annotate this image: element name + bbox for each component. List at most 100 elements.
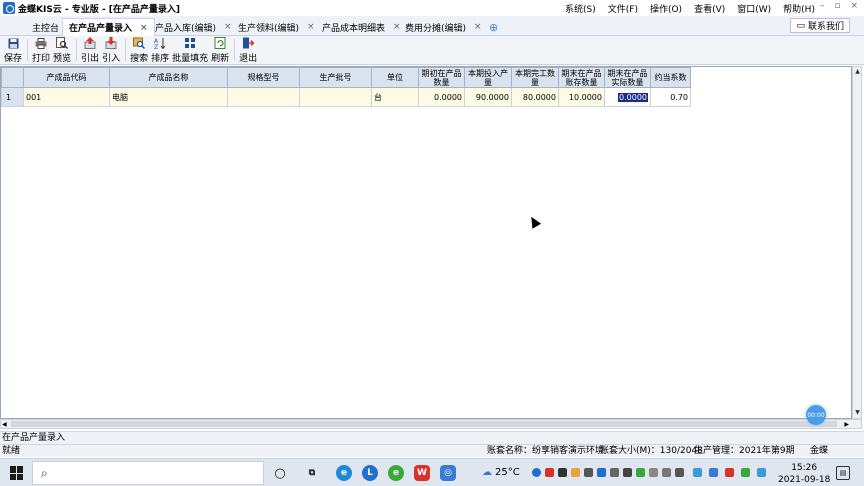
scroll-up-icon[interactable]: ▲ — [854, 68, 861, 76]
taskbar-search-box[interactable]: ⌕ — [32, 461, 264, 485]
minimize-icon[interactable]: – — [820, 1, 825, 11]
edge-browser-icon[interactable]: e — [336, 465, 352, 481]
scroll-left-icon[interactable]: ◀ — [2, 420, 7, 429]
tab-cost-detail[interactable]: 产品成本明细表 × — [316, 18, 407, 36]
col-header-actual-qty[interactable]: 期末在产品实际数量 — [604, 67, 651, 88]
vertical-scrollbar[interactable]: ▲ ▼ — [852, 66, 862, 419]
close-icon[interactable]: × — [850, 1, 858, 11]
tray-app-icon[interactable] — [584, 468, 593, 477]
scroll-down-icon[interactable]: ▼ — [854, 409, 861, 417]
bluetooth-icon[interactable] — [597, 468, 606, 477]
windows-start-icon[interactable] — [10, 466, 24, 480]
export-button[interactable]: 引出 — [81, 36, 99, 64]
cell-begin-qty[interactable]: 0.0000 — [418, 87, 465, 107]
cell-actual-qty-editor[interactable]: 0.0000 — [604, 87, 651, 107]
cell-factor[interactable]: 0.70 — [650, 87, 691, 107]
tray-app-icon[interactable] — [610, 468, 619, 477]
window-controls: – ▫ × — [820, 1, 858, 11]
actual-qty-selected-text[interactable]: 0.0000 — [618, 92, 648, 102]
menu-view[interactable]: 查看(V) — [694, 2, 725, 15]
refresh-icon — [214, 37, 226, 49]
tray-app-icon[interactable] — [571, 468, 580, 477]
cell-batch[interactable] — [299, 87, 372, 107]
menu-system[interactable]: 系统(S) — [565, 2, 596, 15]
horizontal-scrollbar[interactable]: ◀ ▶ — [0, 419, 862, 429]
wps-office-icon[interactable]: W — [414, 465, 430, 481]
tray-app-icon[interactable] — [725, 468, 734, 477]
batch-fill-icon — [184, 37, 196, 49]
horizontal-scroll-thumb[interactable] — [11, 421, 837, 427]
ie-browser-icon[interactable]: e — [388, 465, 404, 481]
network-icon[interactable] — [649, 468, 658, 477]
save-button[interactable]: 保存 — [4, 36, 22, 64]
new-tab-icon[interactable]: ⊕ — [483, 18, 504, 36]
search-button[interactable]: 搜索 — [130, 36, 148, 64]
tray-app-icon[interactable] — [709, 468, 718, 477]
col-header-finished-qty[interactable]: 本期完工数量 — [511, 67, 559, 88]
display-icon[interactable] — [662, 468, 671, 477]
cell-unit[interactable]: 台 — [371, 87, 419, 107]
weather-widget[interactable]: ☁ 25°C — [482, 467, 520, 478]
cell-spec[interactable] — [227, 87, 300, 107]
sort-button[interactable]: AZ 排序 — [151, 36, 169, 64]
toolbar-divider — [234, 39, 236, 61]
tray-app-icon[interactable] — [623, 468, 632, 477]
tab-close-icon[interactable]: × — [140, 23, 148, 33]
volume-icon[interactable] — [675, 468, 684, 477]
wechat-icon[interactable] — [636, 468, 645, 477]
col-header-factor[interactable]: 约当系数 — [650, 67, 691, 88]
notification-center-icon[interactable]: ▤ — [836, 466, 850, 480]
menu-operation[interactable]: 操作(O) — [650, 2, 682, 15]
preview-button[interactable]: 预览 — [53, 36, 71, 64]
exit-button[interactable]: 退出 — [239, 36, 257, 64]
row-number[interactable]: 1 — [1, 87, 24, 107]
tab-material-issue[interactable]: 生产领料(编辑) × — [232, 18, 321, 36]
tray-app-icon[interactable] — [693, 468, 702, 477]
col-header-spec[interactable]: 规格型号 — [227, 67, 300, 88]
tab-close-icon[interactable]: × — [474, 22, 482, 32]
tab-close-icon[interactable]: × — [224, 22, 232, 32]
import-button[interactable]: 引入 — [102, 36, 120, 64]
cell-product-code[interactable]: 001 — [23, 87, 110, 107]
refresh-button[interactable]: 刷新 — [211, 36, 229, 64]
tray-wps-icon[interactable] — [545, 468, 554, 477]
tab-close-icon[interactable]: × — [307, 22, 315, 32]
menu-window[interactable]: 窗口(W) — [737, 2, 771, 15]
col-header-batch[interactable]: 生产批号 — [299, 67, 372, 88]
task-view-icon[interactable]: ⧉ — [304, 465, 320, 481]
cell-finished-qty[interactable]: 80.0000 — [511, 87, 559, 107]
app-l-icon[interactable]: L — [362, 465, 378, 481]
corner-cell[interactable] — [1, 67, 24, 88]
col-header-product-name[interactable]: 产成品名称 — [109, 67, 228, 88]
tab-wip-entry[interactable]: 在产品产量录入 × — [62, 18, 155, 36]
contact-us-button[interactable]: ▭ 联系我们 — [790, 18, 850, 33]
col-header-book-qty[interactable]: 期末在产品账存数量 — [558, 67, 605, 88]
col-header-begin-qty[interactable]: 期初在产品数量 — [418, 67, 465, 88]
tab-main-console[interactable]: 主控台 — [26, 18, 65, 36]
tab-expense-allocation[interactable]: 费用分摊(编辑) × — [399, 18, 488, 36]
floating-assistant-button[interactable]: 00:00 — [806, 405, 826, 425]
tray-app-icon[interactable] — [757, 468, 766, 477]
cell-book-qty[interactable]: 10.0000 — [558, 87, 605, 107]
save-label: 保存 — [4, 54, 23, 64]
restore-icon[interactable]: ▫ — [834, 1, 840, 11]
tab-label: 产品入库(编辑) — [155, 23, 217, 34]
tray-app-icon[interactable] — [741, 468, 750, 477]
kingdee-taskbar-icon[interactable]: ◎ — [440, 465, 456, 481]
status-period: 生产管理：2021年第9期 — [694, 446, 795, 456]
tab-product-stockin[interactable]: 产品入库(编辑) × — [149, 18, 238, 36]
cell-product-name[interactable]: 电脑 — [109, 87, 228, 107]
menu-help[interactable]: 帮助(H) — [783, 2, 815, 15]
print-button[interactable]: 打印 — [32, 36, 50, 64]
col-header-product-code[interactable]: 产成品代码 — [23, 67, 110, 88]
tray-app-icon[interactable] — [532, 468, 541, 477]
scroll-right-icon[interactable]: ▶ — [844, 420, 849, 429]
col-header-input-qty[interactable]: 本期投入产量 — [464, 67, 512, 88]
col-header-unit[interactable]: 单位 — [371, 67, 419, 88]
menu-file[interactable]: 文件(F) — [608, 2, 638, 15]
tray-app-icon[interactable] — [558, 468, 567, 477]
cortana-icon[interactable]: ○ — [272, 465, 288, 481]
taskbar-clock[interactable]: 15:26 2021-09-18 — [778, 462, 830, 486]
batch-fill-button[interactable]: 批量填充 — [172, 36, 208, 64]
cell-input-qty[interactable]: 90.0000 — [464, 87, 512, 107]
